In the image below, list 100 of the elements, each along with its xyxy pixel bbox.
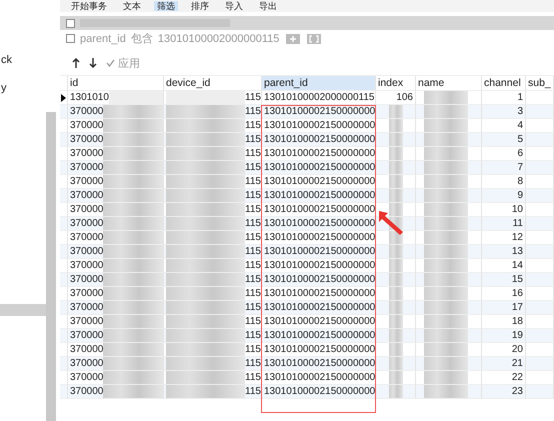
table-cell: 6: [517, 148, 523, 160]
blurred-block: [389, 259, 403, 272]
row-pointer-icon: [61, 94, 66, 102]
table-cell: 7: [517, 162, 523, 174]
table-cell: 13010100002150000000: [264, 148, 375, 160]
blurred-block: [424, 385, 468, 398]
table-cell: 115: [245, 358, 261, 370]
blurred-block: [103, 147, 163, 160]
table-cell: 115: [245, 288, 261, 300]
toolbar-button[interactable]: 文本: [120, 1, 144, 11]
table-cell: 370000: [70, 218, 104, 230]
table-cell: 115: [245, 260, 261, 272]
table-cell: 13010100002150000000: [264, 274, 375, 286]
blurred-block: [424, 217, 468, 230]
blurred-block: [103, 203, 163, 216]
column-header[interactable]: sub_: [526, 76, 554, 91]
blurred-block: [389, 105, 403, 118]
table-cell: 115: [245, 92, 261, 104]
table-cell: 115: [245, 190, 261, 202]
table-cell: 115: [245, 176, 261, 188]
table-cell: 115: [245, 274, 261, 286]
blurred-block: [103, 315, 163, 328]
table-cell: 370000: [70, 232, 104, 244]
table-cell: 370000: [70, 106, 104, 118]
table-cell: 115: [245, 218, 261, 230]
table-cell: 13010100002150000000: [264, 260, 375, 272]
table-cell: 4: [517, 120, 523, 132]
checkbox[interactable]: [66, 34, 75, 43]
table-cell: 22: [512, 372, 523, 384]
blurred-block: [103, 175, 163, 188]
blurred-block: [103, 105, 163, 118]
table-cell: 9: [517, 190, 523, 202]
table-cell: 115: [245, 148, 261, 160]
table-cell: 370000: [70, 162, 104, 174]
blurred-block: [103, 119, 163, 132]
table-cell: 115: [245, 232, 261, 244]
blurred-block: [424, 147, 468, 160]
blurred-block: [424, 259, 468, 272]
table-cell: 13010100002150000000: [264, 358, 375, 370]
table-cell: 370000: [70, 204, 104, 216]
blurred-block: [103, 343, 163, 356]
table-cell: 3: [517, 106, 523, 118]
bracket-icon[interactable]: [307, 34, 322, 44]
sidebar-item[interactable]: y: [0, 82, 46, 94]
sidebar-item[interactable]: ck: [0, 54, 46, 66]
table-cell: 370000: [70, 120, 104, 132]
column-header[interactable]: parent_id: [262, 76, 376, 91]
table-cell: 370000: [70, 134, 104, 146]
table-cell: 370000: [70, 288, 104, 300]
toolbar-button[interactable]: 导出: [256, 1, 280, 11]
scrollbar[interactable]: [46, 112, 56, 421]
blurred-block: [103, 259, 163, 272]
table-cell: 5: [517, 134, 523, 146]
blurred-block: [389, 287, 403, 300]
table-cell: 370000: [70, 246, 104, 258]
toolbar-button[interactable]: 筛选: [154, 1, 178, 11]
blurred-block: [424, 203, 468, 216]
table-cell: 13010100002150000000: [264, 344, 375, 356]
blurred-block: [424, 357, 468, 370]
blurred-block: [103, 371, 163, 384]
blurred-block: [424, 287, 468, 300]
table-cell: 18: [512, 316, 523, 328]
blurred-block: [389, 231, 403, 244]
table-cell: 115: [245, 246, 261, 258]
table-cell: 14: [512, 260, 523, 272]
table-cell: 13010100002150000000: [264, 134, 375, 146]
blurred-block: [389, 329, 403, 342]
toolbar-button[interactable]: 排序: [188, 1, 212, 11]
blurred-block: [424, 119, 468, 132]
table-cell: 13010100002150000000: [264, 176, 375, 188]
table-cell: 13010100002150000000: [264, 218, 375, 230]
blurred-block: [424, 315, 468, 328]
table-cell: 370000: [70, 344, 104, 356]
table-cell: 13010100002150000000: [264, 232, 375, 244]
table-cell: 115: [245, 134, 261, 146]
arrow-up-icon[interactable]: [72, 58, 80, 68]
table-cell: 13010100002150000000: [264, 162, 375, 174]
table-cell: 21: [512, 358, 523, 370]
table-cell: 370000: [70, 148, 104, 160]
blurred-block: [389, 371, 403, 384]
toolbar-button[interactable]: 导入: [222, 1, 246, 11]
blurred-block: [103, 231, 163, 244]
blurred-block: [389, 385, 403, 398]
blurred-block: [389, 161, 403, 174]
toolbar-button[interactable]: 开始事务: [68, 1, 110, 11]
table-cell: 370000: [70, 302, 104, 314]
table-cell: 19: [512, 330, 523, 342]
column-header[interactable]: channel: [482, 76, 526, 91]
blurred-block: [103, 189, 163, 202]
blurred-block: [424, 245, 468, 258]
table-cell: 115: [245, 120, 261, 132]
blurred-block: [424, 161, 468, 174]
column-header[interactable]: index: [376, 76, 416, 91]
add-icon[interactable]: [286, 34, 300, 44]
table-cell: 115: [245, 204, 261, 216]
arrow-down-icon[interactable]: [89, 58, 97, 68]
table-cell: 13010100002150000000: [264, 316, 375, 328]
table-cell: 370000: [70, 260, 104, 272]
table-cell: 13010100002000000115: [264, 92, 374, 104]
checkbox[interactable]: [66, 18, 75, 28]
